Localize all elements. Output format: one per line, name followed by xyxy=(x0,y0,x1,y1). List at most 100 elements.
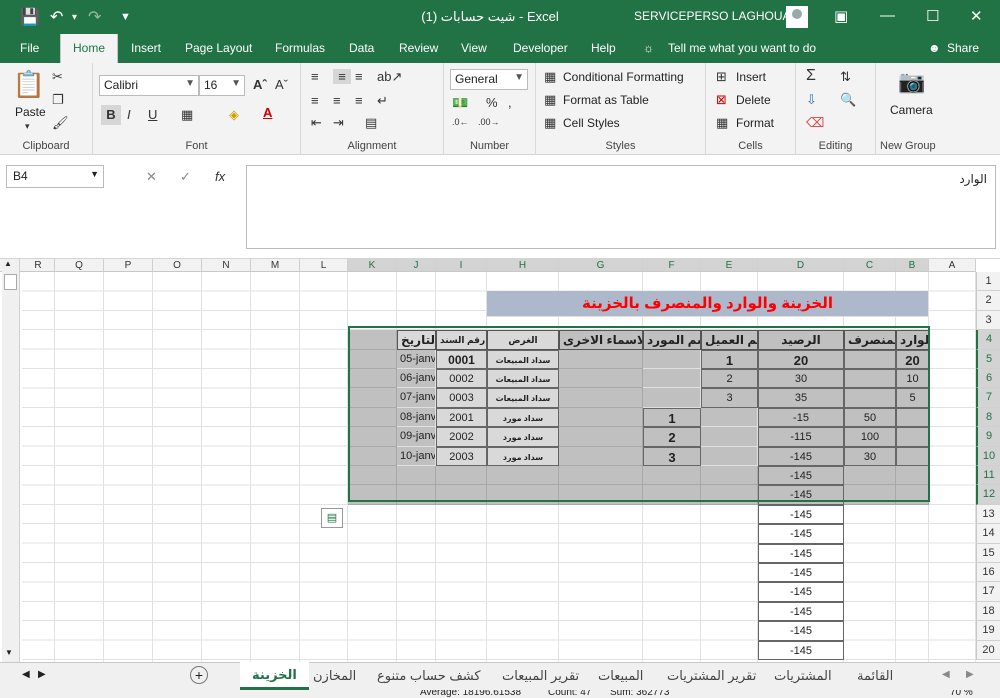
cell-incoming[interactable]: 5 xyxy=(896,388,929,408)
sheet-tab-purchases[interactable]: المشتريات xyxy=(774,668,832,684)
cell-date[interactable]: 10-janv xyxy=(397,446,436,466)
cell-customer[interactable]: 2 xyxy=(701,369,758,389)
header-cell[interactable]: التاريخ xyxy=(397,330,436,350)
row-header[interactable]: 8 xyxy=(976,407,1000,428)
align-left-icon[interactable]: ≡ xyxy=(311,93,319,108)
font-size-select[interactable]: 16 ▼ xyxy=(199,75,245,96)
selected-cell[interactable] xyxy=(643,485,701,505)
cell-date[interactable]: 06-janv xyxy=(397,369,436,389)
selected-cell[interactable] xyxy=(348,407,397,428)
cell-voucher[interactable]: 2002 xyxy=(436,427,487,447)
column-header[interactable]: I xyxy=(436,259,487,272)
cell-outgoing[interactable] xyxy=(844,369,896,389)
cell-incoming[interactable] xyxy=(896,407,929,428)
row-header[interactable]: 5 xyxy=(976,349,1000,369)
cell-outgoing[interactable] xyxy=(844,388,896,408)
selected-cell[interactable] xyxy=(436,466,487,486)
cell-supplier[interactable]: 3 xyxy=(643,446,701,466)
tab-help[interactable]: Help xyxy=(591,41,616,55)
currency-icon[interactable]: 💵 xyxy=(452,95,468,111)
decrease-font-icon[interactable]: Aˇ xyxy=(275,77,288,92)
cell-balance[interactable]: -145 xyxy=(758,485,844,505)
add-sheet-icon[interactable]: + xyxy=(190,666,208,684)
cell-styles-button[interactable]: Cell Styles xyxy=(563,116,620,130)
camera-button[interactable]: Camera xyxy=(890,103,933,117)
increase-decimal-icon[interactable]: .0← xyxy=(452,117,469,127)
row-header[interactable]: 20 xyxy=(976,640,1000,660)
insert-function-icon[interactable]: fx xyxy=(215,169,225,184)
cell-balance[interactable]: 20 xyxy=(758,349,844,369)
decrease-indent-icon[interactable]: ⇤ xyxy=(311,115,322,131)
next-sheet-icon[interactable]: ▶ xyxy=(38,669,46,680)
header-cell[interactable]: رقم السند xyxy=(436,330,487,350)
selected-cell[interactable] xyxy=(348,388,397,408)
cell-balance[interactable]: -145 xyxy=(758,446,844,466)
insert-cells-button[interactable]: Insert xyxy=(736,70,766,84)
cell-purpose[interactable]: سداد المبيعات xyxy=(487,388,559,408)
tab-page-layout[interactable]: Page Layout xyxy=(185,41,252,55)
cell-voucher[interactable]: 2001 xyxy=(436,407,487,428)
sheet-tab-statement[interactable]: كشف حساب متنوع xyxy=(377,668,481,684)
selected-cell[interactable] xyxy=(844,485,896,505)
row-header[interactable]: 1 xyxy=(976,272,1000,292)
share-button[interactable]: Share xyxy=(947,41,979,55)
cell-customer[interactable] xyxy=(701,407,758,428)
row-header[interactable]: 16 xyxy=(976,563,1000,583)
conditional-formatting-button[interactable]: Conditional Formatting xyxy=(563,70,684,84)
cell-incoming[interactable]: 10 xyxy=(896,369,929,389)
row-header[interactable]: 11 xyxy=(976,466,1000,486)
selected-cell[interactable] xyxy=(397,485,436,505)
row-header[interactable]: 6 xyxy=(976,369,1000,389)
align-right-icon[interactable]: ≡ xyxy=(355,93,363,108)
selected-cell[interactable] xyxy=(348,427,397,447)
cell-balance[interactable]: -145 xyxy=(758,601,844,622)
cell-balance[interactable]: -145 xyxy=(758,563,844,583)
selected-cell[interactable] xyxy=(487,485,559,505)
align-bottom-icon[interactable]: ≡ xyxy=(355,69,363,84)
user-name[interactable]: SERVICEPERSO LAGHOUAT xyxy=(634,9,797,23)
percent-icon[interactable]: % xyxy=(486,95,498,110)
header-cell[interactable]: اسم المورد xyxy=(643,330,701,350)
formula-input[interactable]: الوارد xyxy=(246,165,996,249)
selected-cell[interactable] xyxy=(559,427,643,447)
cell-outgoing[interactable]: 100 xyxy=(844,427,896,447)
cell-purpose[interactable]: سداد مورد xyxy=(487,427,559,447)
number-format-select[interactable]: General ▼ xyxy=(450,69,528,90)
column-header[interactable]: M xyxy=(251,259,300,272)
selected-cell[interactable] xyxy=(844,466,896,486)
scroll-tabs-right-icon[interactable]: ▶ xyxy=(966,669,974,680)
clear-icon[interactable]: ⌫ xyxy=(806,115,824,131)
cell-purpose[interactable]: سداد المبيعات xyxy=(487,369,559,389)
header-cell[interactable]: الاسماء الاخرى xyxy=(559,330,643,350)
column-header[interactable]: D xyxy=(758,259,844,272)
row-header[interactable]: 19 xyxy=(976,621,1000,641)
paste-dropdown-icon[interactable]: ▾ xyxy=(25,121,30,132)
selected-cell[interactable] xyxy=(348,369,397,389)
wrap-text-icon[interactable]: ↵ xyxy=(377,93,388,109)
cell-supplier[interactable]: 2 xyxy=(643,427,701,447)
cell-purpose[interactable]: سداد مورد xyxy=(487,446,559,466)
column-header[interactable]: Q xyxy=(55,259,104,272)
header-cell[interactable]: الغرض xyxy=(487,330,559,350)
row-header[interactable]: 17 xyxy=(976,582,1000,602)
cell-supplier[interactable] xyxy=(643,369,701,389)
paste-icon[interactable]: 📋 xyxy=(12,69,46,99)
cell-customer[interactable]: 3 xyxy=(701,388,758,408)
undo-dropdown-icon[interactable]: ▾ xyxy=(72,0,77,34)
maximize-icon[interactable]: ☐ xyxy=(926,7,939,25)
decrease-decimal-icon[interactable]: .00→ xyxy=(478,117,500,127)
tab-file[interactable]: File xyxy=(20,41,39,55)
enter-icon[interactable]: ✓ xyxy=(180,169,191,185)
vertical-scrollbar[interactable]: ▼ xyxy=(2,259,20,662)
cell-voucher[interactable]: 0001 xyxy=(436,349,487,369)
tab-formulas[interactable]: Formulas xyxy=(275,41,325,55)
delete-cells-button[interactable]: Delete xyxy=(736,93,771,107)
selected-cell[interactable] xyxy=(348,349,397,369)
cell-balance[interactable]: -15 xyxy=(758,407,844,428)
header-cell[interactable]: اسم العميل xyxy=(701,330,758,350)
increase-font-icon[interactable]: Aˆ xyxy=(253,77,267,92)
sheet-tab-treasury[interactable]: الخزينة xyxy=(240,662,309,690)
column-header[interactable]: O xyxy=(153,259,202,272)
copy-icon[interactable]: ❐ xyxy=(52,92,64,108)
selected-cell[interactable] xyxy=(436,485,487,505)
